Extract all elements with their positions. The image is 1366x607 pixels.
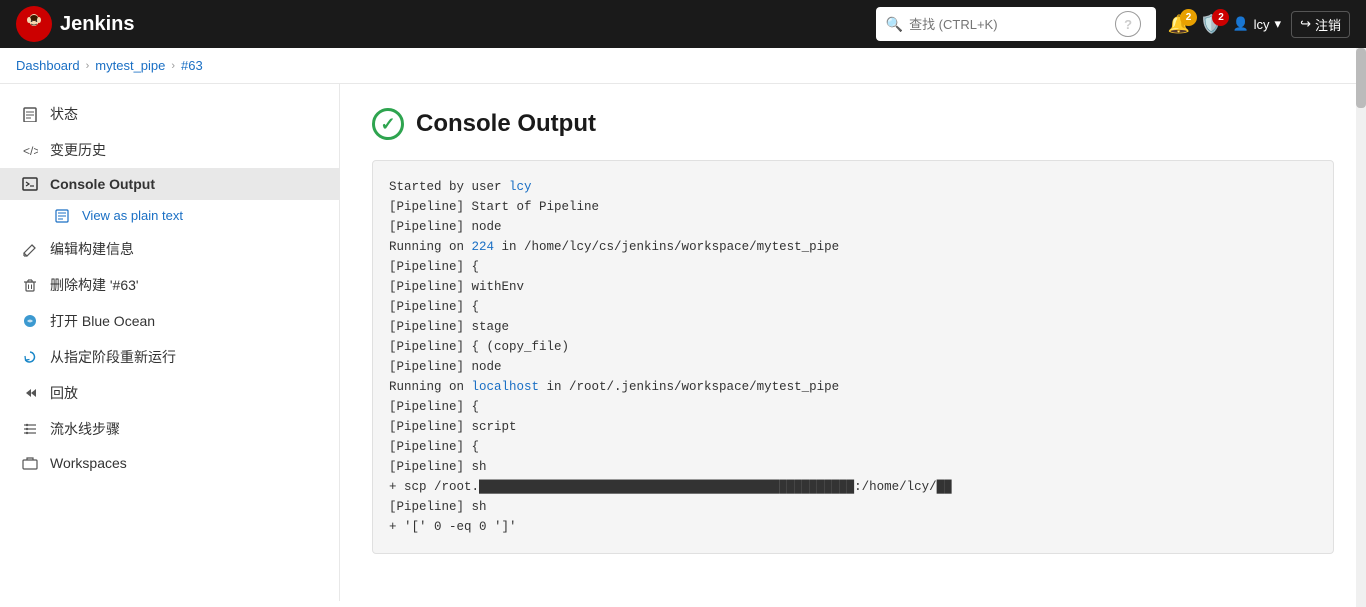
breadcrumb-sep-2: › <box>171 60 175 72</box>
console-line-14: [Pipeline] { <box>389 437 1317 457</box>
sidebar-status-label: 状态 <box>50 104 78 124</box>
delete-icon <box>20 277 40 293</box>
search-input[interactable] <box>909 17 1109 32</box>
sidebar-rollback-label: 回放 <box>50 383 78 403</box>
plaintext-icon <box>52 209 72 223</box>
console-line-3: [Pipeline] node <box>389 217 1317 237</box>
header-actions: 🔔 2 🛡️ 2 👤 lcy ▾ ↪ 注销 <box>1168 11 1350 38</box>
page-title: Console Output <box>416 110 596 138</box>
breadcrumb: Dashboard › mytest_pipe › #63 <box>0 48 1366 84</box>
console-line-16: + scp /root.████████████████████████████… <box>389 477 1317 497</box>
console-agent-224-link[interactable]: 224 <box>472 240 495 254</box>
sidebar-delete-label: 删除构建 '#63' <box>50 275 139 295</box>
edit-icon <box>20 241 40 257</box>
console-line-6: [Pipeline] withEnv <box>389 277 1317 297</box>
username-label: lcy <box>1254 17 1270 32</box>
sidebar-item-restart-stage[interactable]: 从指定阶段重新运行 <box>0 339 339 375</box>
sidebar-sub-plaintext: View as plain text <box>0 200 339 231</box>
rollback-icon <box>20 385 40 401</box>
sidebar-edit-label: 编辑构建信息 <box>50 239 134 259</box>
sidebar-item-rollback[interactable]: 回放 <box>0 375 339 411</box>
console-output-panel: Started by user lcy [Pipeline] Start of … <box>372 160 1334 554</box>
console-line-1: Started by user lcy <box>389 177 1317 197</box>
sidebar-item-plain-text[interactable]: View as plain text <box>52 200 339 231</box>
console-line-2: [Pipeline] Start of Pipeline <box>389 197 1317 217</box>
console-line-11: Running on localhost in /root/.jenkins/w… <box>389 377 1317 397</box>
sidebar-item-workspaces[interactable]: Workspaces <box>0 447 339 479</box>
console-line-18: + '[' 0 -eq 0 ']' <box>389 517 1317 537</box>
console-line-17: [Pipeline] sh <box>389 497 1317 517</box>
logout-icon: ↪ <box>1300 16 1311 32</box>
sidebar-console-label: Console Output <box>50 176 155 192</box>
console-line-10: [Pipeline] node <box>389 357 1317 377</box>
console-line-5: [Pipeline] { <box>389 257 1317 277</box>
security-button[interactable]: 🛡️ 2 <box>1200 14 1222 35</box>
logo-icon <box>16 6 52 42</box>
console-line-9: [Pipeline] { (copy_file) <box>389 337 1317 357</box>
scrollbar[interactable] <box>1356 48 1366 607</box>
sidebar-item-console[interactable]: Console Output <box>0 168 339 200</box>
scrollbar-thumb[interactable] <box>1356 48 1366 108</box>
notifications-button[interactable]: 🔔 2 <box>1168 14 1190 35</box>
breadcrumb-dashboard[interactable]: Dashboard <box>16 58 80 73</box>
help-button[interactable]: ? <box>1115 11 1141 37</box>
console-line-12: [Pipeline] { <box>389 397 1317 417</box>
sidebar-pipeline-steps-label: 流水线步骤 <box>50 419 120 439</box>
breadcrumb-sep-1: › <box>86 60 90 72</box>
sidebar-workspaces-label: Workspaces <box>50 455 127 471</box>
console-localhost-link[interactable]: localhost <box>472 380 540 394</box>
main-layout: 状态 </> 变更历史 Console Output View as plain… <box>0 84 1366 601</box>
console-user-link[interactable]: lcy <box>509 180 532 194</box>
console-line-4: Running on 224 in /home/lcy/cs/jenkins/w… <box>389 237 1317 257</box>
breadcrumb-build[interactable]: #63 <box>181 58 203 73</box>
console-line-7: [Pipeline] { <box>389 297 1317 317</box>
security-badge: 2 <box>1212 9 1229 26</box>
breadcrumb-pipeline[interactable]: mytest_pipe <box>95 58 165 73</box>
top-header: Jenkins 🔍 ? 🔔 2 🛡️ 2 👤 lcy ▾ ↪ 注销 <box>0 0 1366 48</box>
svg-text:</>: </> <box>23 144 38 158</box>
console-line-13: [Pipeline] script <box>389 417 1317 437</box>
sidebar-blueocean-label: 打开 Blue Ocean <box>50 311 155 331</box>
search-icon: 🔍 <box>886 16 903 33</box>
user-menu[interactable]: 👤 lcy ▾ <box>1232 16 1281 32</box>
sidebar-restart-label: 从指定阶段重新运行 <box>50 347 176 367</box>
restart-icon <box>20 349 40 365</box>
success-icon: ✓ <box>372 108 404 140</box>
pipeline-steps-icon <box>20 421 40 437</box>
user-avatar-icon: 👤 <box>1232 16 1248 32</box>
main-content: ✓ Console Output Started by user lcy [Pi… <box>340 84 1366 601</box>
console-line-15: [Pipeline] sh <box>389 457 1317 477</box>
sidebar-item-pipeline-steps[interactable]: 流水线步骤 <box>0 411 339 447</box>
notif-badge: 2 <box>1180 9 1197 26</box>
jenkins-logo[interactable]: Jenkins <box>16 6 134 42</box>
sidebar-item-edit-build[interactable]: 编辑构建信息 <box>0 231 339 267</box>
search-bar[interactable]: 🔍 ? <box>876 7 1156 41</box>
sidebar-item-blue-ocean[interactable]: 打开 Blue Ocean <box>0 303 339 339</box>
sidebar-item-delete-build[interactable]: 删除构建 '#63' <box>0 267 339 303</box>
page-title-row: ✓ Console Output <box>372 108 1334 140</box>
sidebar-plaintext-label: View as plain text <box>82 208 183 223</box>
console-line-8: [Pipeline] stage <box>389 317 1317 337</box>
sidebar-changes-label: 变更历史 <box>50 140 106 160</box>
console-icon <box>20 176 40 192</box>
changes-icon: </> <box>20 142 40 158</box>
sidebar-item-status[interactable]: 状态 <box>0 96 339 132</box>
logout-label: 注销 <box>1315 15 1341 34</box>
status-icon <box>20 106 40 122</box>
sidebar-item-changes[interactable]: </> 变更历史 <box>0 132 339 168</box>
logout-button[interactable]: ↪ 注销 <box>1291 11 1350 38</box>
jenkins-title: Jenkins <box>60 13 134 36</box>
blue-ocean-icon <box>20 313 40 329</box>
workspaces-icon <box>20 455 40 471</box>
chevron-down-icon: ▾ <box>1275 16 1282 32</box>
sidebar: 状态 </> 变更历史 Console Output View as plain… <box>0 84 340 601</box>
